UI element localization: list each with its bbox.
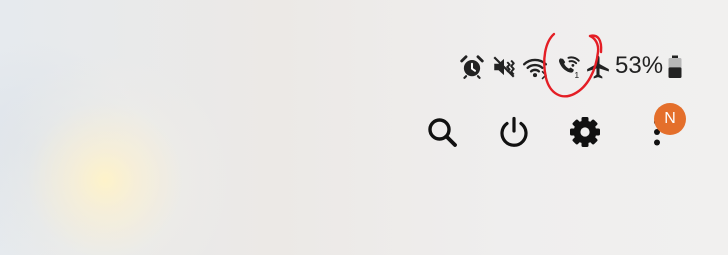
wifi-icon (522, 54, 548, 80)
status-bar: 1 53% (0, 50, 728, 82)
sim-slot-label: 1 (574, 70, 579, 80)
alarm-icon (459, 54, 485, 80)
search-button[interactable] (424, 114, 460, 150)
power-icon (500, 116, 528, 147)
search-icon (428, 118, 457, 147)
battery-percentage: 53% (615, 52, 664, 79)
notification-badge: N (654, 103, 686, 135)
settings-icon (570, 117, 600, 147)
wifi-calling-icon: 1 (556, 54, 582, 80)
airplane-mode-icon (585, 54, 611, 80)
battery-level-fill (668, 67, 682, 78)
power-button[interactable] (496, 114, 532, 150)
battery-icon (667, 55, 683, 79)
settings-button[interactable] (567, 114, 603, 150)
vibrate-icon (491, 54, 517, 80)
